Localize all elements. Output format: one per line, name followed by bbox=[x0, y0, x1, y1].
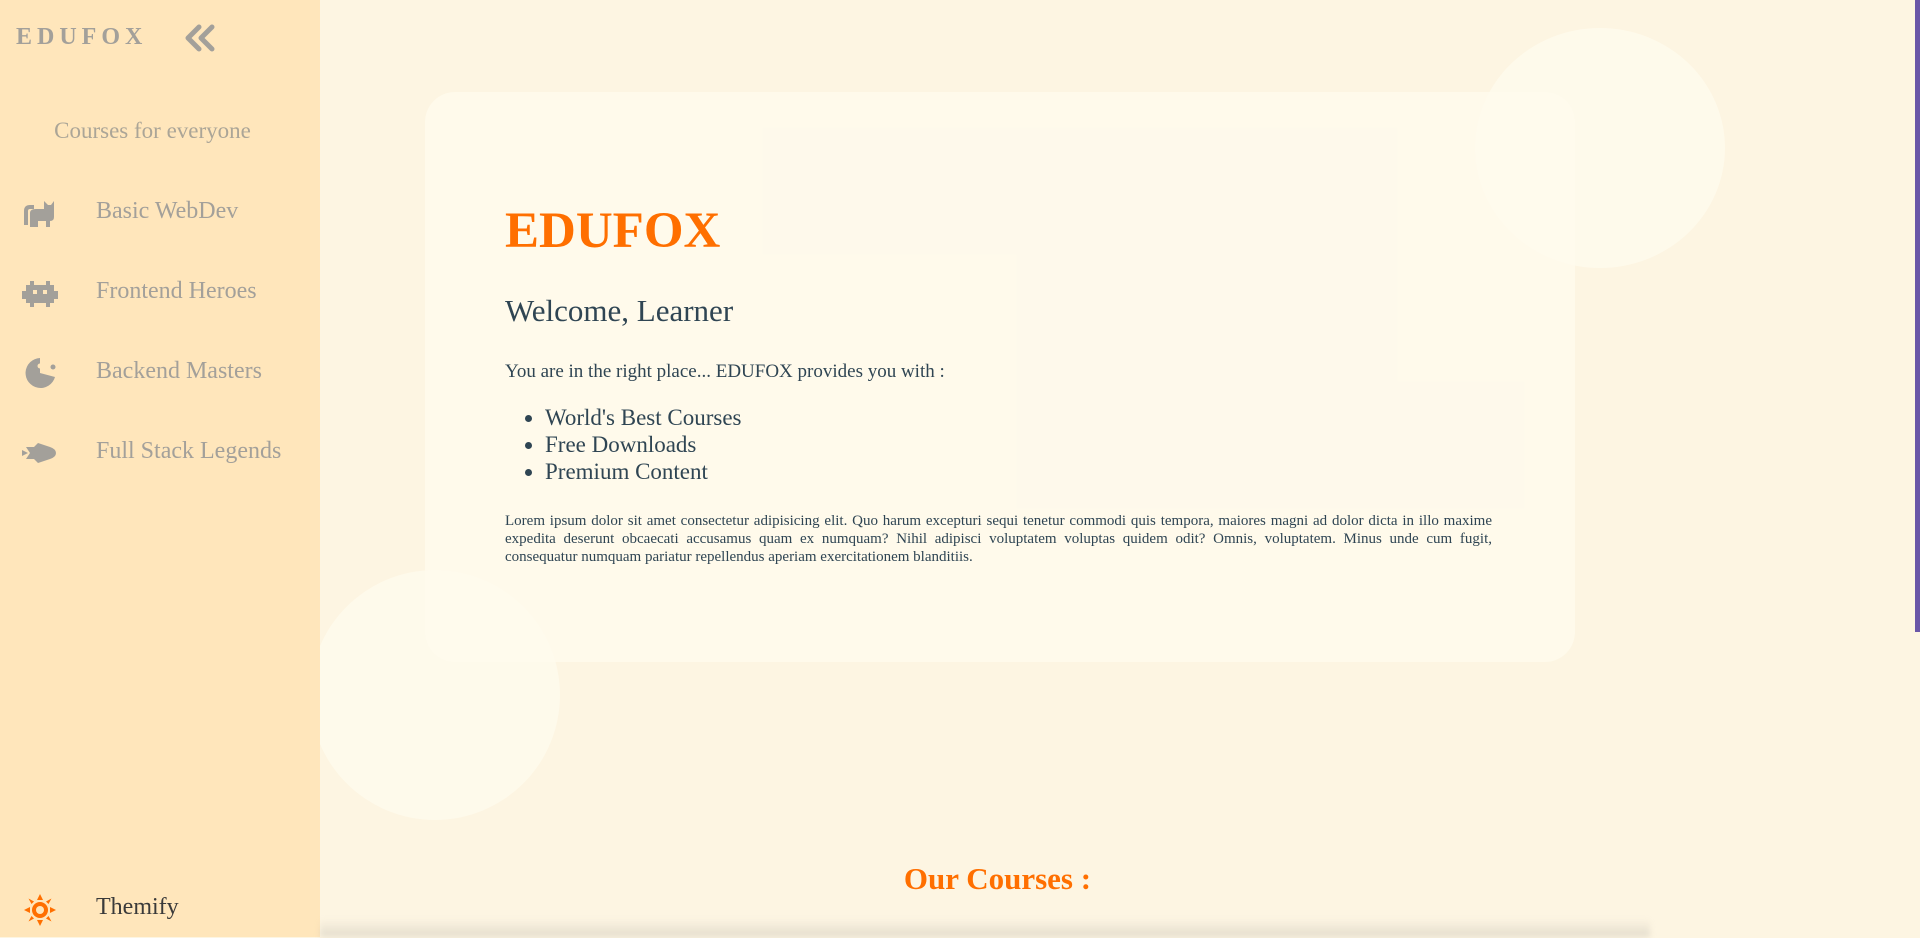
sidebar-item-label: Frontend Heroes bbox=[96, 278, 257, 304]
welcome-heading: Welcome, Learner bbox=[505, 293, 734, 328]
sidebar-item-backend-masters[interactable]: Backend Masters bbox=[0, 343, 320, 403]
double-chevron-left-icon bbox=[185, 24, 215, 52]
sidebar-item-label: Full Stack Legends bbox=[96, 438, 282, 464]
sidebar: EDUFOX Courses for everyone Basic WebDev… bbox=[0, 0, 320, 937]
scrollbar-thumb[interactable] bbox=[1915, 0, 1920, 632]
themify-label: Themify bbox=[96, 894, 179, 920]
sidebar-item-label: Basic WebDev bbox=[96, 198, 239, 224]
feature-item: World's Best Courses bbox=[545, 404, 742, 431]
sidebar-item-basic-webdev[interactable]: Basic WebDev bbox=[0, 183, 320, 243]
collapse-sidebar-button[interactable] bbox=[176, 20, 224, 56]
feature-list: World's Best Courses Free Downloads Prem… bbox=[505, 404, 742, 485]
sidebar-item-label: Backend Masters bbox=[96, 358, 262, 384]
sun-icon bbox=[24, 894, 56, 926]
sidebar-brand: EDUFOX bbox=[16, 24, 148, 50]
courses-section-title: Our Courses : bbox=[903, 861, 1092, 896]
intro-text: You are in the right place... EDUFOX pro… bbox=[505, 361, 945, 382]
sidebar-tagline: Courses for everyone bbox=[54, 118, 251, 143]
sidebar-item-full-stack-legends[interactable]: Full Stack Legends bbox=[0, 423, 320, 483]
space-invader-icon bbox=[22, 281, 58, 307]
feature-item: Free Downloads bbox=[545, 431, 742, 458]
cat-icon bbox=[24, 201, 54, 227]
sidebar-item-frontend-heroes[interactable]: Frontend Heroes bbox=[0, 263, 320, 323]
hero-title: EDUFOX bbox=[505, 203, 721, 259]
course-cards-top-edge bbox=[320, 919, 1650, 937]
feature-item: Premium Content bbox=[545, 458, 742, 485]
themify-button[interactable]: Themify bbox=[0, 878, 320, 938]
pacman-icon bbox=[25, 358, 56, 388]
description-text: Lorem ipsum dolor sit amet consectetur a… bbox=[505, 513, 1492, 565]
sidebar-header: EDUFOX bbox=[16, 20, 306, 56]
rocket-icon bbox=[22, 443, 56, 463]
